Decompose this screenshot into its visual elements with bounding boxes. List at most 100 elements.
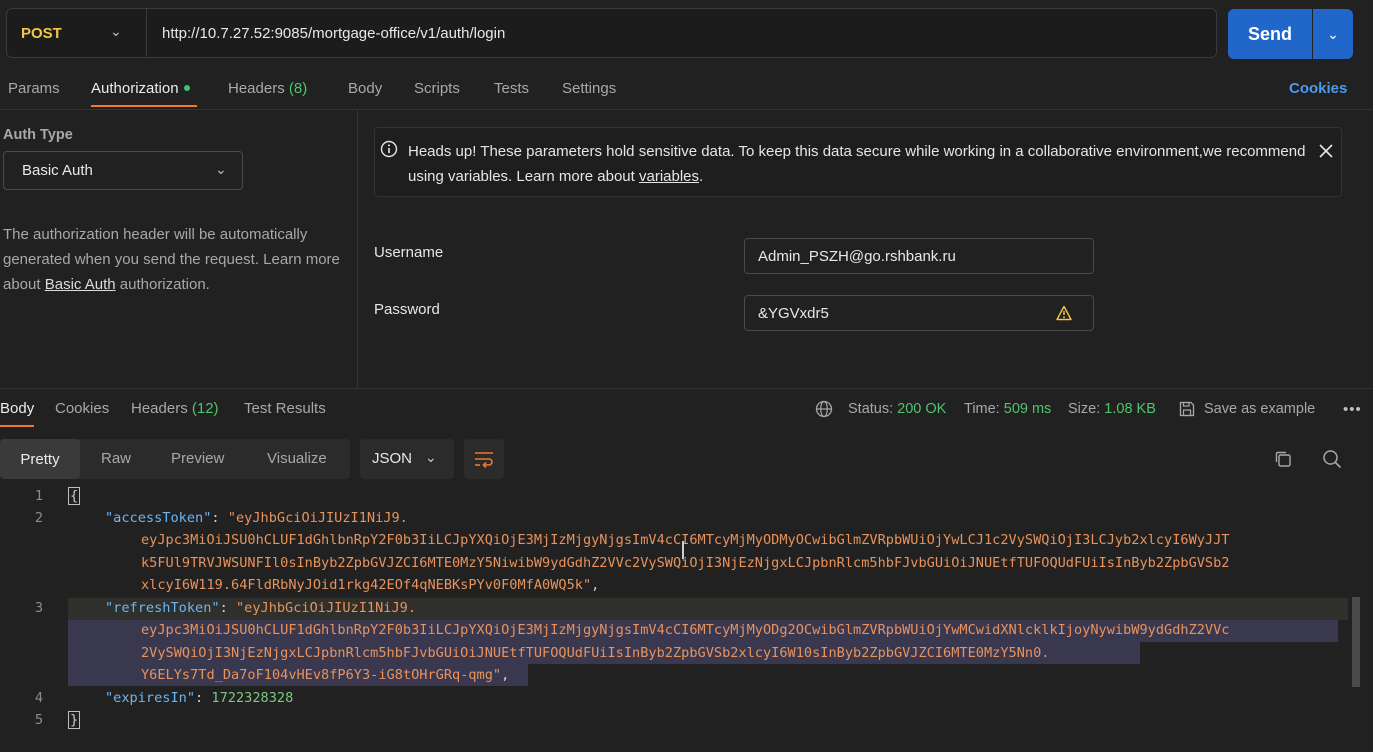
tab-body[interactable]: Body bbox=[348, 80, 382, 97]
json-number: 1722328328 bbox=[211, 690, 294, 706]
json-quote: " bbox=[492, 667, 502, 683]
code-line[interactable]: "accessToken": "eyJhbGciOiJIUzI1NiJ9. bbox=[105, 510, 408, 526]
cookies-link[interactable]: Cookies bbox=[1289, 80, 1347, 97]
line-number: 5 bbox=[34, 712, 43, 728]
send-options-button[interactable]: ⌄ bbox=[1313, 9, 1353, 59]
json-comma: , bbox=[591, 577, 600, 593]
auth-description-end: authorization. bbox=[115, 276, 210, 293]
save-icon[interactable] bbox=[1178, 400, 1196, 418]
json-string: "eyJhbGciOiJIUzI1NiJ9. bbox=[227, 510, 408, 526]
code-line[interactable]: "expiresIn": 1722328328 bbox=[105, 690, 293, 706]
json-close-brace: } bbox=[68, 711, 81, 729]
save-as-example-button[interactable]: Save as example bbox=[1204, 401, 1315, 417]
json-colon: : bbox=[195, 690, 212, 706]
tab-scripts[interactable]: Scripts bbox=[414, 80, 460, 97]
tab-params[interactable]: Params bbox=[8, 80, 60, 97]
status-label: Status: bbox=[848, 401, 894, 417]
more-options-icon[interactable]: ••• bbox=[1343, 401, 1362, 418]
divider bbox=[0, 388, 1373, 389]
json-string: xlcyI6W119.64FldRbNyJOid1rkg42EOf4qNEBKs… bbox=[141, 577, 592, 593]
wrap-lines-icon[interactable] bbox=[472, 447, 496, 471]
line-number: 2 bbox=[34, 510, 43, 526]
json-colon: : bbox=[211, 510, 228, 526]
time-value: 509 ms bbox=[1003, 401, 1052, 417]
search-icon[interactable] bbox=[1322, 449, 1342, 469]
active-tab-indicator bbox=[0, 425, 34, 427]
format-value[interactable]: JSON bbox=[372, 450, 412, 467]
tab-authorization[interactable]: Authorization bbox=[91, 80, 190, 97]
auth-type-value[interactable]: Basic Auth bbox=[22, 162, 93, 179]
size-meta[interactable]: Size: 1.08 KB bbox=[1068, 401, 1156, 417]
chevron-down-icon[interactable]: ⌄ bbox=[215, 161, 227, 178]
scrollbar-thumb[interactable] bbox=[1352, 597, 1360, 687]
response-tab-headers[interactable]: Headers (12) bbox=[131, 400, 219, 417]
code-line[interactable]: eyJpc3MiOiJSU0hCLUF1dGhlbnRpY2F0b3IiLCJp… bbox=[141, 532, 1230, 548]
response-tab-test-results[interactable]: Test Results bbox=[244, 400, 326, 417]
time-meta[interactable]: Time: 509 ms bbox=[964, 401, 1051, 417]
status-meta[interactable]: Status: 200 OK bbox=[848, 401, 946, 417]
globe-icon[interactable] bbox=[815, 400, 833, 418]
view-raw-button[interactable]: Raw bbox=[101, 450, 131, 467]
chevron-down-icon[interactable]: ⌄ bbox=[425, 449, 437, 466]
tab-tests[interactable]: Tests bbox=[494, 80, 529, 97]
method-select[interactable]: POST bbox=[21, 25, 62, 42]
chevron-down-icon: ⌄ bbox=[1327, 25, 1339, 42]
variables-link[interactable]: variables bbox=[639, 168, 699, 185]
code-line[interactable]: Y6ELYs7Td_Da7oF104vHEv8fP6Y3-iG8tOHrGRq-… bbox=[141, 667, 509, 683]
close-icon[interactable] bbox=[1318, 143, 1334, 159]
response-tab-body[interactable]: Body bbox=[0, 400, 34, 417]
code-line[interactable]: eyJpc3MiOiJSU0hCLUF1dGhlbnRpY2F0b3IiLCJp… bbox=[141, 622, 1230, 638]
active-tab-indicator bbox=[91, 105, 197, 107]
line-number: 1 bbox=[34, 488, 43, 504]
text-cursor bbox=[682, 541, 684, 559]
line-number: 4 bbox=[34, 690, 43, 706]
view-visualize-button[interactable]: Visualize bbox=[267, 450, 327, 467]
send-button[interactable]: Send bbox=[1228, 9, 1312, 59]
json-string: "eyJhbGciOiJIUzI1NiJ9. bbox=[235, 600, 417, 616]
time-label: Time: bbox=[964, 401, 1000, 417]
code-line[interactable]: 2VySWQiOjI3NjEzNjgxLCJpbnRlcm5hbFJvbGUiO… bbox=[141, 645, 1049, 661]
code-line[interactable]: "refreshToken": "eyJhbGciOiJIUzI1NiJ9. bbox=[105, 600, 416, 616]
url-input[interactable]: http://10.7.27.52:9085/mortgage-office/v… bbox=[162, 25, 505, 42]
tab-settings[interactable]: Settings bbox=[562, 80, 616, 97]
divider bbox=[0, 109, 1373, 110]
tab-headers-count: (8) bbox=[288, 80, 308, 97]
json-colon: : bbox=[219, 600, 236, 616]
json-open-brace: { bbox=[68, 487, 81, 505]
banner-end: . bbox=[699, 168, 704, 185]
json-key: "accessToken" bbox=[105, 510, 212, 526]
auth-type-label: Auth Type bbox=[3, 127, 73, 143]
size-value: 1.08 KB bbox=[1104, 401, 1156, 417]
line-number: 3 bbox=[34, 600, 43, 616]
password-value[interactable]: &YGVxdr5 bbox=[758, 305, 829, 322]
basic-auth-link[interactable]: Basic Auth bbox=[45, 276, 116, 293]
view-pretty-button[interactable]: Pretty bbox=[0, 439, 80, 479]
banner-text: Heads up! These parameters hold sensitiv… bbox=[408, 139, 1308, 189]
chevron-down-icon[interactable]: ⌄ bbox=[110, 23, 122, 40]
code-line[interactable]: xlcyI6W119.64FldRbNyJOid1rkg42EOf4qNEBKs… bbox=[141, 577, 599, 593]
url-divider bbox=[146, 9, 147, 57]
tab-authorization-label: Authorization bbox=[91, 80, 179, 97]
json-string: Y6ELYs7Td_Da7oF104vHEv8fP6Y3-iG8tOHrGRq-… bbox=[141, 667, 493, 683]
status-value: 200 OK bbox=[897, 401, 947, 417]
username-value[interactable]: Admin_PSZH@go.rshbank.ru bbox=[758, 248, 956, 265]
tab-headers[interactable]: Headers (8) bbox=[228, 80, 307, 97]
username-label: Username bbox=[374, 244, 444, 261]
code-line[interactable]: } bbox=[68, 711, 81, 729]
modified-dot-icon bbox=[183, 85, 190, 92]
info-icon bbox=[380, 140, 398, 158]
size-label: Size: bbox=[1068, 401, 1101, 417]
view-preview-button[interactable]: Preview bbox=[171, 450, 224, 467]
warning-icon[interactable] bbox=[1056, 305, 1072, 321]
response-tab-cookies[interactable]: Cookies bbox=[55, 400, 109, 417]
response-headers-count: (12) bbox=[191, 400, 219, 417]
code-line[interactable]: k5FUl9TRVJWSUNFIl0sInByb2ZpbGVJZCI6MTE0M… bbox=[141, 555, 1230, 571]
json-comma: , bbox=[501, 667, 510, 683]
tab-headers-label: Headers bbox=[228, 80, 285, 97]
panel-divider bbox=[357, 110, 358, 388]
response-tab-headers-label: Headers bbox=[131, 400, 188, 417]
password-label: Password bbox=[374, 301, 440, 318]
copy-icon[interactable] bbox=[1273, 449, 1293, 469]
code-line[interactable]: { bbox=[68, 487, 81, 505]
auth-description: The authorization header will be automat… bbox=[3, 222, 343, 297]
